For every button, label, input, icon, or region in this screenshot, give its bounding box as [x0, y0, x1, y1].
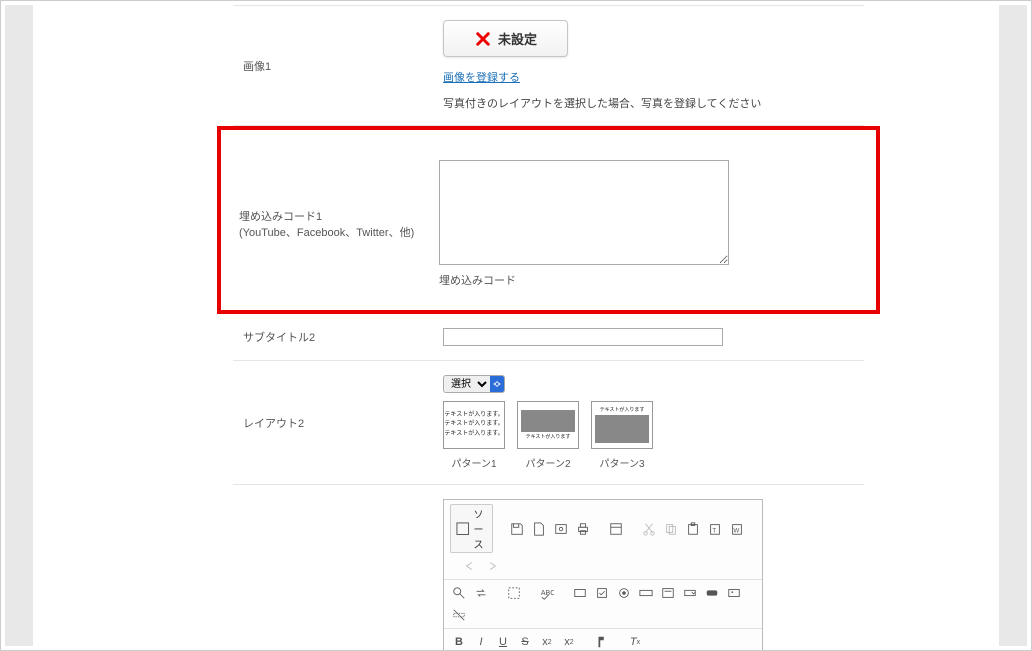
print-icon[interactable]: [574, 520, 592, 538]
template-icon[interactable]: [607, 520, 625, 538]
superscript-icon[interactable]: x2: [560, 633, 578, 651]
checkbox-icon[interactable]: [593, 584, 611, 602]
form-content: 画像1 未設定 画像を登録する 写真付きのレイアウトを選択した場合、写真を登録し…: [33, 5, 999, 651]
pattern-1[interactable]: テキストが入ります。 テキストが入ります。 テキストが入ります。 パターン1: [443, 401, 505, 470]
subtitle2-input[interactable]: [443, 328, 723, 346]
paste-icon[interactable]: [684, 520, 702, 538]
textfield-icon[interactable]: [637, 584, 655, 602]
find-icon[interactable]: [450, 584, 468, 602]
removeformat-icon[interactable]: Tx: [626, 633, 644, 651]
button-icon[interactable]: [703, 584, 721, 602]
underline-icon[interactable]: U: [494, 633, 512, 651]
strike-icon[interactable]: S: [516, 633, 534, 651]
select-arrow-icon: [490, 376, 504, 392]
source-button[interactable]: ソース: [450, 504, 493, 553]
hiddenfield-icon[interactable]: [450, 606, 468, 624]
label-contents2: コンテンツ2: [233, 495, 433, 651]
x-icon: [474, 30, 492, 48]
save-icon[interactable]: [508, 520, 526, 538]
radio-icon[interactable]: [615, 584, 633, 602]
app-frame: 画像1 未設定 画像を登録する 写真付きのレイアウトを選択した場合、写真を登録し…: [0, 0, 1032, 651]
selectall-icon[interactable]: [505, 584, 523, 602]
layout-select-wrap[interactable]: 選択: [443, 375, 505, 393]
not-set-button[interactable]: 未設定: [443, 20, 568, 57]
label-layout2: レイアウト2: [233, 371, 433, 474]
subscript-icon[interactable]: x2: [538, 633, 556, 651]
row-contents2: コンテンツ2 ソース: [233, 485, 864, 651]
imagebutton-icon[interactable]: [725, 584, 743, 602]
replace-icon[interactable]: [472, 584, 490, 602]
layout-patterns: テキストが入ります。 テキストが入ります。 テキストが入ります。 パターン1 テ…: [443, 401, 854, 470]
field-contents2: ソース T: [433, 495, 864, 651]
pattern-3-label: パターン3: [599, 455, 644, 470]
pattern-2-label: パターン2: [525, 455, 570, 470]
field-embed1: 埋め込みコード: [429, 156, 868, 292]
row-embed1: 埋め込みコード1 (YouTube、Facebook、Twitter、他) 埋め…: [229, 142, 868, 298]
field-image1: 未設定 画像を登録する 写真付きのレイアウトを選択した場合、写真を登録してくださ…: [433, 16, 864, 115]
italic-icon[interactable]: I: [472, 633, 490, 651]
label-text: サブタイトル2: [243, 329, 423, 345]
label-embed1-line2: (YouTube、Facebook、Twitter、他): [239, 224, 419, 240]
pattern-box-2: テキストが入ります: [517, 401, 579, 449]
pattern-img-placeholder: [521, 410, 575, 432]
pattern-2[interactable]: テキストが入ります パターン2: [517, 401, 579, 470]
redo-icon[interactable]: [483, 557, 501, 575]
cut-icon[interactable]: [640, 520, 658, 538]
pattern-img-placeholder: [595, 415, 649, 443]
admin-panel: 画像1 未設定 画像を登録する 写真付きのレイアウトを選択した場合、写真を登録し…: [5, 5, 1027, 646]
label-image1: 画像1: [233, 16, 433, 115]
form-icon[interactable]: [571, 584, 589, 602]
label-text: 画像1: [243, 58, 423, 74]
not-set-label: 未設定: [498, 29, 537, 48]
embed-code-caption: 埋め込みコード: [439, 272, 858, 288]
paste-word-icon[interactable]: W: [728, 520, 746, 538]
newpage-icon[interactable]: [530, 520, 548, 538]
field-layout2: 選択 テキストが入ります。 テキストが入ります。 テキストが入ります。: [433, 371, 864, 474]
toolbar-row-1: ソース T: [444, 500, 762, 580]
source-icon: [455, 521, 470, 536]
paste-text-icon[interactable]: T: [706, 520, 724, 538]
copyformat-icon[interactable]: [593, 633, 611, 651]
svg-text:T: T: [712, 527, 716, 534]
toolbar-row-3: B I U S x2 x2 Tx: [444, 629, 762, 651]
label-embed1-line1: 埋め込みコード1: [239, 208, 419, 224]
copy-icon[interactable]: [662, 520, 680, 538]
pattern-1-label: パターン1: [451, 455, 496, 470]
preview-icon[interactable]: [552, 520, 570, 538]
right-gutter: [999, 5, 1027, 646]
pattern-box-1: テキストが入ります。 テキストが入ります。 テキストが入ります。: [443, 401, 505, 449]
image1-note: 写真付きのレイアウトを選択した場合、写真を登録してください: [443, 95, 854, 111]
left-gutter: [5, 5, 33, 646]
embed-code-highlight: 埋め込みコード1 (YouTube、Facebook、Twitter、他) 埋め…: [217, 126, 880, 314]
label-embed1: 埋め込みコード1 (YouTube、Facebook、Twitter、他): [229, 156, 429, 292]
layout-select[interactable]: 選択: [444, 376, 490, 392]
embed-code-textarea[interactable]: [439, 160, 729, 265]
textarea-icon[interactable]: [659, 584, 677, 602]
rich-text-editor: ソース T: [443, 499, 763, 651]
toolbar-row-2: ABC: [444, 580, 762, 629]
row-layout2: レイアウト2 選択 テキストが入ります。: [233, 361, 864, 485]
bold-icon[interactable]: B: [450, 633, 468, 651]
spellcheck-icon[interactable]: ABC: [538, 584, 556, 602]
field-subtitle2: [433, 324, 864, 350]
label-subtitle2: サブタイトル2: [233, 324, 433, 350]
label-text: レイアウト2: [243, 415, 423, 431]
row-subtitle2: サブタイトル2: [233, 314, 864, 361]
select-icon[interactable]: [681, 584, 699, 602]
undo-icon[interactable]: [461, 557, 479, 575]
pattern-3[interactable]: テキストが入ります パターン3: [591, 401, 653, 470]
row-image1: 画像1 未設定 画像を登録する 写真付きのレイアウトを選択した場合、写真を登録し…: [233, 6, 864, 126]
pattern-box-3: テキストが入ります: [591, 401, 653, 449]
register-image-link[interactable]: 画像を登録する: [443, 69, 520, 85]
svg-text:W: W: [733, 527, 739, 534]
